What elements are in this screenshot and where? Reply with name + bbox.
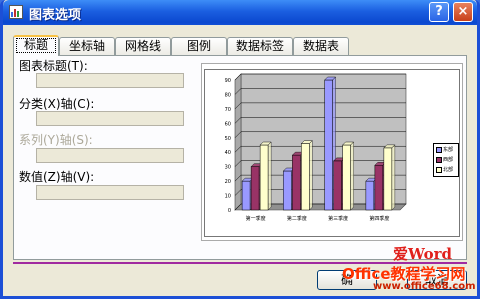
category-x-axis-label: 分类(X)轴(C): bbox=[19, 97, 95, 111]
chart-area: 0 10 20 30 40 50 60 70 80 90 第一季度 第二季度 第三季度 第四季度 东部 西… bbox=[204, 69, 460, 237]
y-tick-label: 50 bbox=[225, 136, 231, 142]
y-tick-label: 20 bbox=[225, 179, 231, 185]
watermark-url: www.office68.com bbox=[373, 281, 476, 292]
x-tick-label: 第二季度 bbox=[287, 215, 307, 222]
bar bbox=[292, 154, 301, 211]
bar bbox=[301, 143, 310, 211]
chart-preview: 0 10 20 30 40 50 60 70 80 90 第一季度 第二季度 第三季度 第四季度 东部 西… bbox=[201, 63, 463, 241]
series-y-axis-input bbox=[36, 148, 184, 163]
y-tick-label: 60 bbox=[225, 121, 231, 127]
dialog-title: 图表选项 bbox=[29, 8, 82, 23]
legend-item: 东部 bbox=[436, 146, 453, 154]
tab-axes[interactable]: 坐标轴 bbox=[59, 37, 115, 55]
bar bbox=[365, 180, 375, 211]
tab-title[interactable]: 标题 bbox=[13, 35, 59, 56]
tab-data-table[interactable]: 数据表 bbox=[293, 37, 349, 55]
y-tick-label: 90 bbox=[225, 78, 231, 84]
x-tick-label: 第四季度 bbox=[369, 215, 389, 222]
legend-label: 西部 bbox=[443, 157, 454, 163]
y-tick-label: 10 bbox=[225, 194, 231, 200]
legend-swatch bbox=[436, 156, 442, 163]
legend-swatch bbox=[436, 166, 442, 173]
legend-item: 西部 bbox=[436, 156, 453, 164]
bar-side bbox=[350, 141, 354, 211]
bar bbox=[250, 166, 260, 211]
y-tick-label: 40 bbox=[225, 150, 231, 156]
legend-item: 北部 bbox=[436, 166, 453, 174]
help-button[interactable]: ? bbox=[429, 2, 449, 22]
bar bbox=[283, 170, 292, 211]
chart-svg: 0 10 20 30 40 50 60 70 80 90 第一季度 第二季度 第三季度 第四季度 bbox=[225, 73, 407, 222]
y-tick-label: 70 bbox=[225, 107, 231, 113]
x-tick-label: 第三季度 bbox=[328, 215, 348, 222]
tab-data-labels[interactable]: 数据标签 bbox=[227, 37, 293, 55]
bar bbox=[324, 79, 333, 211]
chart-options-dialog: 图表选项 ? × 标题 坐标轴 网格线 图例 数据标签 数据表 图表标题(T):… bbox=[0, 0, 480, 299]
chart-title-input[interactable] bbox=[36, 73, 184, 88]
legend-label: 北部 bbox=[443, 167, 454, 173]
series-y-axis-label: 系列(Y)轴(S): bbox=[19, 133, 93, 147]
category-x-axis-input[interactable] bbox=[36, 111, 184, 126]
y-tick-label: 30 bbox=[225, 165, 231, 171]
bar bbox=[259, 144, 269, 211]
chart-title-label: 图表标题(T): bbox=[19, 59, 88, 73]
bar bbox=[383, 147, 393, 211]
watermark-logo-text: 爱Word bbox=[393, 245, 453, 263]
bar-side bbox=[309, 139, 313, 211]
legend-swatch bbox=[436, 146, 442, 153]
tab-legend[interactable]: 图例 bbox=[171, 37, 227, 55]
title-bar: 图表选项 ? × bbox=[3, 0, 477, 25]
close-button[interactable]: × bbox=[453, 2, 473, 22]
chart-app-icon bbox=[9, 5, 23, 19]
bar bbox=[374, 164, 384, 211]
bar-side bbox=[267, 141, 272, 211]
bar bbox=[241, 180, 251, 211]
chart-side-wall bbox=[234, 73, 242, 211]
chart-legend: 东部 西部 北部 bbox=[433, 143, 459, 177]
value-z-axis-label: 数值(Z)轴(V): bbox=[19, 170, 95, 184]
legend-label: 东部 bbox=[443, 147, 454, 153]
bar-side bbox=[391, 144, 396, 211]
y-tick-label: 0 bbox=[228, 208, 231, 214]
tab-gridlines[interactable]: 网格线 bbox=[115, 37, 171, 55]
value-z-axis-input[interactable] bbox=[36, 185, 184, 200]
bar bbox=[333, 160, 342, 211]
bar bbox=[342, 144, 351, 211]
x-tick-label: 第一季度 bbox=[246, 215, 266, 222]
y-tick-label: 80 bbox=[225, 92, 231, 98]
